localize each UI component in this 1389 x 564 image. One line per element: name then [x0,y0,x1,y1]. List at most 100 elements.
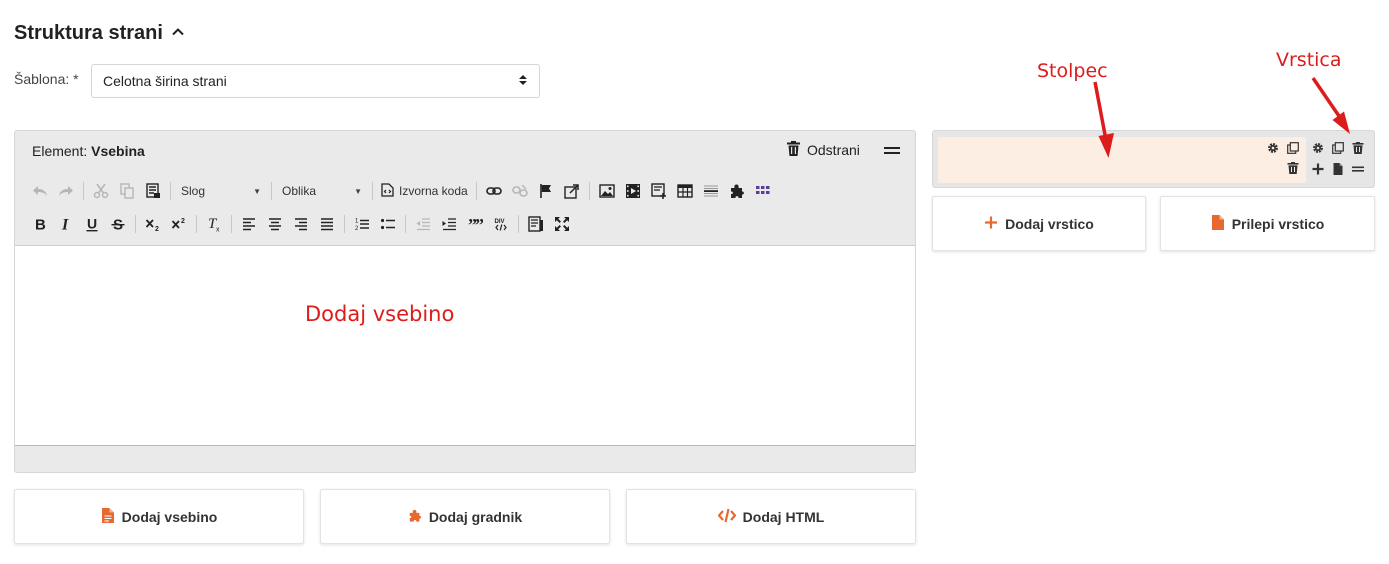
content-placeholder-annotation: Dodaj vsebino [305,302,455,326]
indent-icon[interactable] [436,212,462,236]
blockquote-icon[interactable]: ”” [462,212,488,236]
toolbar-separator [170,182,171,200]
row-duplicate-icon[interactable] [1331,141,1345,155]
svg-text:x: x [216,227,220,233]
svg-text:2: 2 [181,218,185,225]
remove-element-label: Odstrani [807,142,860,158]
svg-text:1: 1 [355,219,359,225]
align-left-icon[interactable] [236,212,262,236]
toolbar-separator [135,215,136,233]
toolbar-separator [344,215,345,233]
paste-row-label: Prilepi vrstico [1231,215,1325,232]
element-label: Element: Vsebina [32,143,145,159]
element-header: Element: Vsebina Odstrani [15,131,915,169]
puzzle-icon [408,508,422,526]
document-icon [1211,214,1225,233]
code-icon [717,508,737,526]
italic-icon[interactable]: I [53,212,79,236]
toolbar-separator [231,215,232,233]
column-block[interactable] [938,137,1306,183]
select-arrows-icon [518,73,528,90]
column-delete-trash-icon[interactable] [1286,161,1300,175]
plugin-puzzle-icon[interactable] [724,179,750,203]
row-delete-trash-icon[interactable] [1351,141,1365,155]
image-icon[interactable] [594,179,620,203]
style-combo[interactable]: Slog ▼ [175,179,267,203]
source-code-icon [381,182,394,200]
row-paste-document-icon[interactable] [1331,162,1345,176]
unlink-icon[interactable] [507,179,533,203]
add-html-button[interactable]: Dodaj HTML [626,489,916,544]
svg-text:B: B [35,217,46,233]
toolbar-separator [475,182,477,200]
editor-content-area[interactable]: Dodaj vsebino [15,245,915,446]
redo-icon[interactable] [53,179,79,203]
column-duplicate-icon[interactable] [1286,141,1300,155]
source-code-label: Izvorna koda [399,184,468,198]
format-combo-label: Oblika [282,184,317,198]
remove-format-icon[interactable]: Tx [201,212,227,236]
editor-toolbar-row-1: Slog ▼ Oblika ▼ Izvorna koda [27,177,776,205]
anchor-flag-icon[interactable] [533,179,559,203]
content-element-editor: Element: Vsebina Odstrani Slog ▼ Oblika … [14,130,916,473]
template-label: Šablona: * [14,71,79,87]
insert-media-icon[interactable] [646,179,672,203]
align-justify-icon[interactable] [314,212,340,236]
subscript-icon[interactable]: 2 [140,212,166,236]
source-code-button[interactable]: Izvorna koda [377,179,472,203]
column-annotation: Stolpec [1037,60,1108,82]
row-drag-handle-icon[interactable] [1351,162,1365,176]
add-html-label: Dodaj HTML [742,508,825,525]
toolbar-separator [372,182,373,200]
cut-icon[interactable] [88,179,114,203]
strikethrough-icon[interactable]: S [105,212,131,236]
element-label-prefix: Element: [32,143,88,159]
toolbar-separator [405,215,406,233]
row-add-column-plus-icon[interactable] [1311,162,1325,176]
align-right-icon[interactable] [288,212,314,236]
toolbar-separator [83,182,84,200]
style-combo-label: Slog [181,184,206,198]
bold-icon[interactable]: B [27,212,53,236]
dropdown-arrow-icon: ▼ [354,186,362,196]
remove-element-button[interactable]: Odstrani [787,141,860,159]
video-icon[interactable] [620,179,646,203]
section-title[interactable]: Struktura strani [14,22,185,45]
add-row-label: Dodaj vrstico [1005,215,1094,232]
maximize-icon[interactable] [549,212,575,236]
add-widget-button[interactable]: Dodaj gradnik [320,489,610,544]
svg-text:I: I [61,217,69,233]
format-combo[interactable]: Oblika ▼ [276,179,368,203]
column-settings-gear-icon[interactable] [1266,141,1280,155]
toolbar-separator [518,215,519,233]
template-select[interactable]: Celotna širina strani [91,64,540,98]
svg-text:”: ” [475,216,483,232]
show-blocks-icon[interactable] [523,212,549,236]
table-icon[interactable] [672,179,698,203]
section-title-text: Struktura strani [14,22,163,44]
row-block[interactable] [932,130,1375,188]
drag-handle-icon[interactable] [884,143,900,157]
bulleted-list-icon[interactable] [375,212,401,236]
toolbar-separator [588,182,590,200]
copy-icon[interactable] [114,179,140,203]
add-content-button[interactable]: Dodaj vsebino [14,489,304,544]
horizontal-line-icon[interactable] [698,179,724,203]
align-center-icon[interactable] [262,212,288,236]
paste-from-word-icon[interactable] [140,179,166,203]
chevron-up-icon[interactable] [171,22,185,45]
link-icon[interactable] [481,179,507,203]
outdent-icon[interactable] [410,212,436,236]
superscript-icon[interactable]: 2 [166,212,192,236]
trash-icon [787,141,800,159]
underline-icon[interactable]: U [79,212,105,236]
grid-widget-icon[interactable] [750,179,776,203]
paste-row-button[interactable]: Prilepi vrstico [1160,196,1375,251]
plus-icon [984,215,998,233]
numbered-list-icon[interactable]: 12 [349,212,375,236]
div-container-icon[interactable]: DIV [488,212,514,236]
row-settings-gear-icon[interactable] [1311,141,1325,155]
add-row-button[interactable]: Dodaj vrstico [932,196,1146,251]
external-link-icon[interactable] [559,179,585,203]
undo-icon[interactable] [27,179,53,203]
